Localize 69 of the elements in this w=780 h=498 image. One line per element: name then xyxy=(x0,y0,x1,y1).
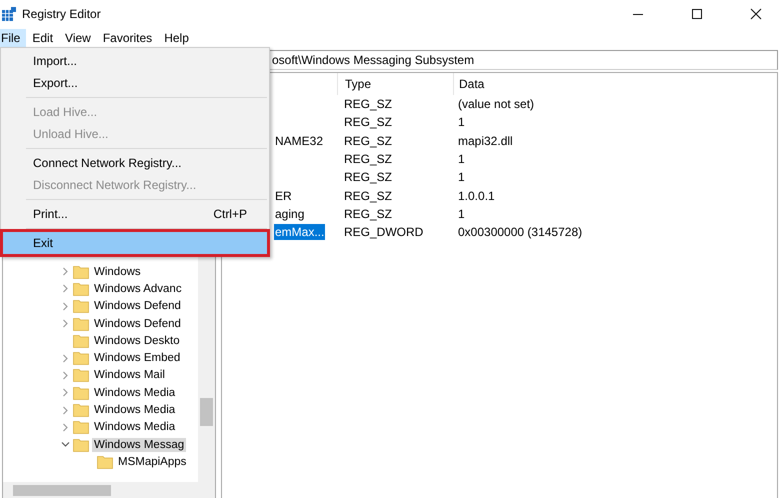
table-cell-text: 1 xyxy=(457,206,465,221)
folder-icon xyxy=(73,351,89,366)
folder-icon xyxy=(97,454,113,469)
folder-icon xyxy=(73,420,89,434)
tree-item[interactable]: Windows Defend xyxy=(92,299,183,314)
table-cell-text: REG_SZ xyxy=(343,152,394,166)
folder-icon xyxy=(73,368,89,382)
folder-icon xyxy=(73,282,89,296)
folder-icon xyxy=(73,299,89,314)
folder-icon xyxy=(73,264,89,279)
value-name[interactable]: aging xyxy=(274,206,306,222)
folder-icon xyxy=(73,386,89,400)
table-cell-text: mapi32.dll xyxy=(457,134,513,148)
menu-item[interactable]: Print... Ctrl+P xyxy=(3,203,267,225)
table-cell-text: 1.0.0.1 xyxy=(457,188,495,203)
close-icon[interactable] xyxy=(750,8,762,20)
chevron-right-icon[interactable] xyxy=(61,354,70,363)
horizontal-scrollbar[interactable] xyxy=(3,482,215,498)
tree-item[interactable]: Windows xyxy=(92,264,143,279)
table-cell-text: REG_SZ xyxy=(343,188,394,203)
table-cell-text: REG_SZ xyxy=(343,170,394,184)
tree-item[interactable]: Windows Messag xyxy=(92,438,186,452)
value-name[interactable]: emMax... xyxy=(274,224,326,240)
table-cell-text: REG_SZ xyxy=(343,134,394,148)
value-name[interactable]: ER xyxy=(274,188,293,204)
chevron-down-icon[interactable] xyxy=(61,440,70,450)
table-cell-text: (value not set) xyxy=(457,97,534,112)
maximize-icon[interactable] xyxy=(691,8,703,20)
menu-item[interactable]: Exit xyxy=(3,232,267,254)
folder-icon xyxy=(73,316,89,331)
column-header[interactable]: Type xyxy=(337,73,453,95)
menu-bar-item[interactable]: View xyxy=(59,29,97,47)
menu-bar-item[interactable]: Help xyxy=(158,29,195,47)
tree-item[interactable]: Windows Media xyxy=(92,420,178,434)
menu-item[interactable]: Connect Network Registry... xyxy=(3,152,267,174)
chevron-right-icon[interactable] xyxy=(61,388,70,398)
table-cell-text: REG_DWORD xyxy=(343,225,424,240)
chevron-right-icon[interactable] xyxy=(61,370,70,380)
tree-item[interactable]: Windows Deskto xyxy=(92,334,182,348)
menu-bar-item[interactable]: Edit xyxy=(26,29,60,47)
table-cell-text: 0x00300000 (3145728) xyxy=(457,225,582,240)
table-cell-text: REG_SZ xyxy=(343,115,394,130)
table-cell-text: 1 xyxy=(457,152,465,166)
value-name[interactable]: NAME32 xyxy=(274,132,324,149)
window-title: Registry Editor xyxy=(22,7,101,21)
tree-item[interactable]: Windows Defend xyxy=(92,316,183,331)
chevron-right-icon[interactable] xyxy=(61,267,70,276)
chevron-right-icon[interactable] xyxy=(61,284,70,294)
folder-icon xyxy=(73,403,89,418)
folder-icon xyxy=(73,334,89,348)
folder-icon xyxy=(73,438,89,452)
chevron-right-icon[interactable] xyxy=(61,422,70,432)
table-cell-text: 1 xyxy=(457,115,465,130)
chevron-right-icon[interactable] xyxy=(61,319,70,328)
column-header[interactable]: Data xyxy=(453,73,484,95)
tree-item[interactable]: Windows Mail xyxy=(92,368,167,382)
chevron-right-icon[interactable] xyxy=(61,406,70,415)
tree-item[interactable]: Windows Embed xyxy=(92,351,182,366)
menu-bar-item[interactable]: File xyxy=(0,29,26,47)
chevron-right-icon[interactable] xyxy=(61,302,70,311)
tree-item[interactable]: MSMapiApps xyxy=(116,454,188,469)
table-cell-text: 1 xyxy=(457,170,465,184)
tree-item[interactable]: Windows Media xyxy=(92,403,178,418)
tree-item[interactable]: Windows Advanc xyxy=(92,282,184,296)
table-cell-text: REG_SZ xyxy=(343,97,394,112)
menu-bar-item[interactable]: Favorites xyxy=(96,29,158,47)
table-cell-text: REG_SZ xyxy=(343,206,394,221)
menu-item[interactable]: Export... xyxy=(3,72,267,94)
tree-item[interactable]: Windows Media xyxy=(92,386,178,400)
